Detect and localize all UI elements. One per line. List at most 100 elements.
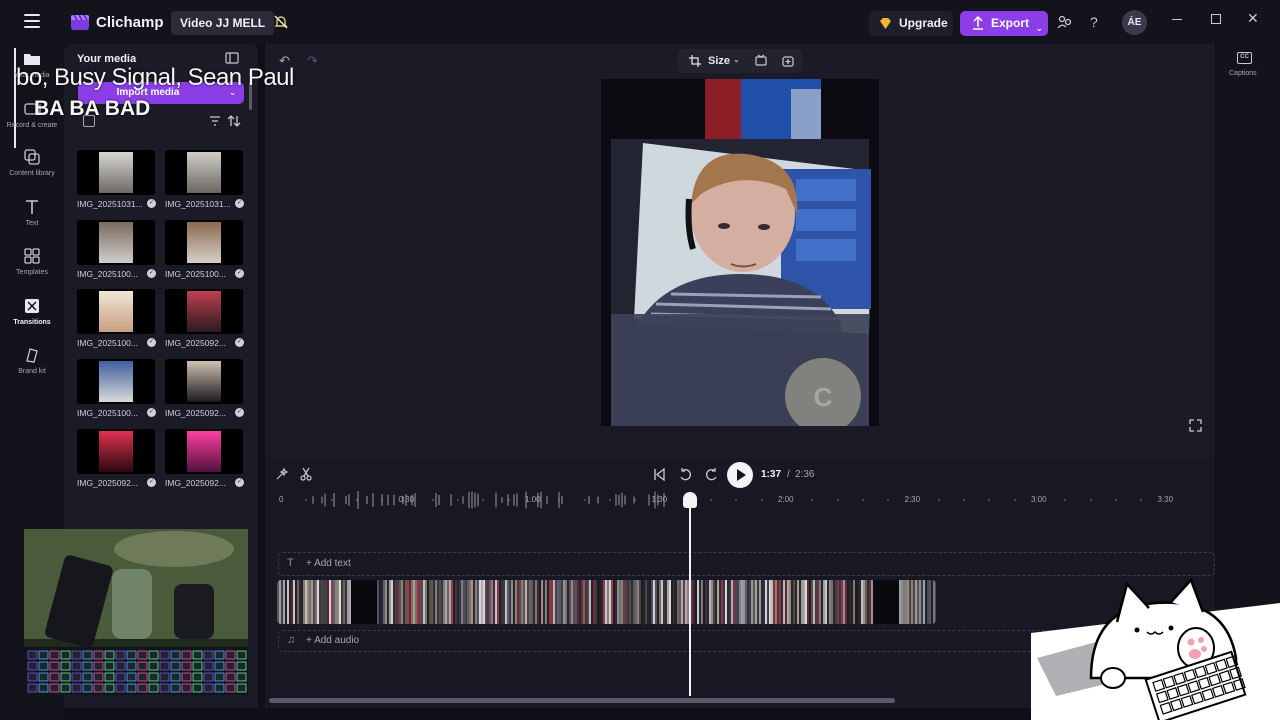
video-clip-thumbnails	[277, 580, 936, 624]
media-filename-text: IMG_2025100...	[165, 269, 226, 279]
timeline-scrollbar[interactable]	[269, 698, 895, 703]
video-preview[interactable]: C	[601, 79, 879, 426]
media-thumbnail	[165, 359, 243, 404]
webcam-image	[24, 529, 248, 695]
ruler-tick	[937, 499, 940, 501]
media-filename-text: IMG_20251031...	[77, 199, 143, 209]
media-item[interactable]: IMG_2025100... ✓	[165, 220, 245, 279]
ruler-tick	[1089, 499, 1092, 501]
close-icon[interactable]: ✕	[1247, 10, 1259, 27]
nav-item-templates[interactable]: Templates	[0, 247, 64, 277]
media-item[interactable]: IMG_2025100... ✓	[77, 220, 157, 279]
filter-icon[interactable]	[209, 116, 221, 126]
bongo-cat-overlay	[1031, 578, 1280, 720]
current-time: 1:37	[761, 469, 782, 480]
captions-icon[interactable]: CC	[1237, 52, 1252, 64]
clipchamp-logo-icon	[71, 14, 89, 30]
uploaded-check-icon: ✓	[235, 478, 244, 487]
upgrade-label: Upgrade	[899, 16, 948, 30]
uploaded-check-icon: ✓	[147, 199, 156, 208]
media-thumbnail	[165, 429, 243, 474]
media-thumbnail	[165, 150, 243, 195]
media-filename: IMG_2025092... ✓	[165, 408, 245, 418]
uploaded-check-icon: ✓	[235, 338, 244, 347]
nav-label: Transitions	[13, 319, 51, 326]
help-icon[interactable]: ?	[1090, 14, 1098, 30]
maximize-icon[interactable]	[1211, 14, 1221, 24]
top-bar: Clichamp Video JJ MELL Upgrade Export ⌄ …	[0, 0, 1280, 44]
minimize-icon[interactable]	[1172, 19, 1182, 20]
media-item[interactable]: IMG_2025092... ✓	[165, 289, 245, 348]
nav-label: Templates	[16, 269, 48, 276]
rewind-5s-icon[interactable]	[678, 467, 693, 482]
media-item[interactable]: IMG_20251031... ✓	[77, 150, 157, 209]
split-scissors-icon[interactable]	[299, 467, 313, 481]
media-filename: IMG_2025092... ✓	[77, 478, 157, 488]
ruler-activity-marks	[312, 491, 665, 509]
menu-icon[interactable]	[24, 14, 40, 28]
nav-item-transitions[interactable]: Transitions	[0, 297, 64, 327]
export-button[interactable]: Export ⌄	[960, 11, 1048, 36]
upgrade-button[interactable]: Upgrade	[869, 11, 953, 36]
magic-edit-icon[interactable]	[275, 467, 289, 481]
media-item[interactable]: IMG_2025092... ✓	[165, 359, 245, 418]
project-name-field[interactable]: Video JJ MELL	[171, 11, 275, 35]
media-item[interactable]: IMG_2025092... ✓	[77, 429, 157, 488]
media-item[interactable]: IMG_2025092... ✓	[165, 429, 245, 488]
media-filename-text: IMG_2025100...	[77, 269, 138, 279]
playhead-handle[interactable]	[683, 492, 697, 508]
forward-5s-icon[interactable]	[704, 467, 719, 482]
layout-icon[interactable]	[754, 54, 768, 68]
text-icon	[26, 200, 38, 214]
collapse-panel-icon[interactable]	[225, 52, 239, 64]
nav-label: Text	[25, 220, 39, 227]
media-item[interactable]: IMG_2025100... ✓	[77, 359, 157, 418]
sort-icon[interactable]	[227, 114, 241, 128]
media-filename: IMG_2025100... ✓	[77, 338, 157, 348]
templates-icon	[24, 248, 40, 264]
add-text-label[interactable]: + Add text	[306, 558, 351, 569]
nav-item-text[interactable]: Text	[0, 198, 64, 228]
ruler-tick-label: 3:00	[1031, 495, 1047, 504]
media-filename: IMG_2025100... ✓	[77, 269, 157, 279]
captions-label[interactable]: Captions	[1229, 70, 1257, 77]
playhead[interactable]	[689, 498, 691, 696]
transitions-icon	[25, 299, 39, 313]
media-thumbnail	[77, 359, 155, 404]
add-frame-icon[interactable]	[781, 54, 795, 68]
redo-icon[interactable]: ↷	[307, 53, 318, 69]
media-item[interactable]: IMG_20251031... ✓	[165, 150, 245, 209]
aspect-ratio-icon[interactable]	[689, 55, 701, 67]
size-label[interactable]: Size	[708, 55, 730, 67]
nav-item-content-library[interactable]: Content library	[0, 148, 64, 178]
media-filename: IMG_2025100... ✓	[77, 408, 157, 418]
avatar[interactable]: ÁE	[1122, 10, 1147, 35]
media-item[interactable]: IMG_2025100... ✓	[77, 289, 157, 348]
uploaded-check-icon: ✓	[235, 269, 244, 278]
uploaded-check-icon: ✓	[147, 408, 156, 417]
share-people-icon[interactable]	[1057, 14, 1073, 30]
ruler-tick	[1013, 499, 1016, 501]
total-duration: 2:36	[795, 469, 815, 480]
watermark-letter: C	[814, 382, 833, 412]
uploaded-check-icon: ✓	[147, 269, 156, 278]
brand-icon	[26, 348, 38, 363]
fullscreen-icon[interactable]	[1189, 419, 1202, 432]
add-audio-label[interactable]: + Add audio	[306, 635, 359, 646]
media-filename-text: IMG_2025100...	[77, 338, 138, 348]
media-filename-text: IMG_2025092...	[77, 478, 138, 488]
video-clip-track[interactable]	[277, 580, 936, 624]
add-text-track[interactable]	[278, 552, 1215, 576]
play-button[interactable]	[727, 462, 753, 488]
notification-off-icon[interactable]	[272, 13, 290, 31]
webcam-overlay	[24, 529, 248, 695]
media-filename-text: IMG_20251031...	[165, 199, 231, 209]
skip-to-start-icon[interactable]	[653, 468, 666, 481]
time-separator: /	[787, 469, 790, 480]
nav-item-brand-kit[interactable]: Brand kit	[0, 346, 64, 376]
media-filename: IMG_2025092... ✓	[165, 478, 245, 488]
media-filename-text: IMG_2025092...	[165, 408, 226, 418]
preview-toolbar: Size ⌄	[678, 49, 802, 73]
media-thumbnail	[165, 289, 243, 334]
uploaded-check-icon: ✓	[235, 408, 244, 417]
